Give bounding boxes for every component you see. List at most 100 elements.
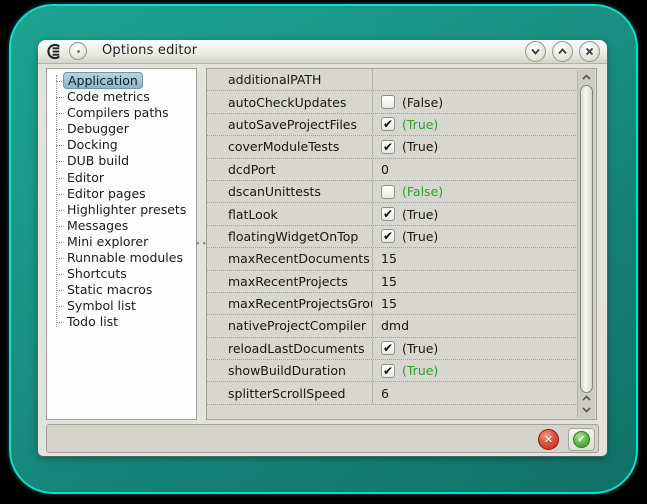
sidebar-item-todo-list[interactable]: Todo list [47, 314, 196, 330]
sidebar-item-static-macros[interactable]: Static macros [47, 282, 196, 298]
checkbox-checked[interactable]: ✔ [381, 341, 395, 355]
option-value-text: 15 [381, 296, 397, 311]
unshade-button[interactable] [552, 41, 573, 62]
option-name[interactable]: reloadLastDocuments [207, 338, 373, 359]
option-name[interactable]: maxRecentProjects [207, 271, 373, 292]
sidebar-item-label: Symbol list [67, 298, 136, 313]
option-row-covermoduletests[interactable]: coverModuleTests✔(True) [207, 136, 578, 158]
sidebar-item-mini-explorer[interactable]: Mini explorer [47, 234, 196, 250]
sidebar-item-code-metrics[interactable]: Code metrics [47, 89, 196, 105]
option-value-text: (False) [402, 184, 443, 199]
option-row-autocheckupdates[interactable]: autoCheckUpdates (False) [207, 91, 578, 113]
checkbox-checked[interactable]: ✔ [381, 117, 395, 131]
sidebar-item-shortcuts[interactable]: Shortcuts [47, 266, 196, 282]
checkbox-checked[interactable]: ✔ [381, 229, 395, 243]
option-value[interactable]: 15 [373, 293, 578, 314]
option-row-nativeprojectcompiler[interactable]: nativeProjectCompiler dmd [207, 315, 578, 337]
sidebar-item-label: Static macros [67, 282, 152, 297]
option-name[interactable]: dscanUnittests [207, 181, 373, 202]
option-value[interactable]: ✔(True) [373, 203, 578, 224]
option-name[interactable]: additionalPATH [207, 69, 373, 90]
option-name[interactable]: dcdPort [207, 159, 373, 180]
checkbox-unchecked[interactable] [381, 185, 395, 199]
option-value[interactable]: 15 [373, 248, 578, 269]
option-value-text: (False) [402, 95, 443, 110]
shade-button[interactable] [525, 41, 546, 62]
check-icon: ✔ [383, 118, 393, 130]
sidebar-item-label: Shortcuts [67, 266, 127, 281]
option-row-maxrecentprojects[interactable]: maxRecentProjects15 [207, 271, 578, 293]
option-row-maxrecentdocuments[interactable]: maxRecentDocuments15 [207, 248, 578, 270]
option-name[interactable]: maxRecentDocuments [207, 248, 373, 269]
sidebar-item-editor[interactable]: Editor [47, 170, 196, 186]
titlebar[interactable]: Options editor [38, 40, 607, 64]
scrollbar-bottom-buttons [578, 392, 595, 416]
option-value-text: dmd [381, 318, 409, 333]
splitter-handle[interactable]: ∙∙ [197, 68, 206, 420]
option-row-dscanunittests[interactable]: dscanUnittests (False) [207, 181, 578, 203]
close-button[interactable] [579, 41, 600, 62]
scroll-up-icon[interactable] [578, 70, 595, 83]
option-value[interactable] [373, 69, 578, 90]
sidebar-item-application[interactable]: Application [47, 73, 196, 89]
option-value[interactable]: (False) [373, 181, 578, 202]
option-value[interactable]: ✔ (True) [373, 226, 578, 247]
option-name[interactable]: autoSaveProjectFiles [207, 114, 373, 135]
accept-button[interactable]: ✔ [568, 428, 595, 451]
grid-scrollbar[interactable] [577, 70, 595, 418]
option-name[interactable]: showBuildDuration [207, 360, 373, 381]
option-value-text: 0 [381, 162, 389, 177]
option-row-maxrecentprojectsgrou[interactable]: maxRecentProjectsGrou 15 [207, 293, 578, 315]
option-name[interactable]: flatLook [207, 203, 373, 224]
sidebar-item-editor-pages[interactable]: Editor pages [47, 186, 196, 202]
sidebar-item-docking[interactable]: Docking [47, 137, 196, 153]
option-name[interactable]: splitterScrollSpeed [207, 382, 373, 403]
cancel-button[interactable]: ✕ [538, 429, 559, 450]
option-row-showbuildduration[interactable]: showBuildDuration✔(True) [207, 360, 578, 382]
option-name[interactable]: floatingWidgetOnTop [207, 226, 373, 247]
option-row-reloadlastdocuments[interactable]: reloadLastDocuments✔(True) [207, 338, 578, 360]
option-name[interactable]: nativeProjectCompiler [207, 315, 373, 336]
sidebar-item-debugger[interactable]: Debugger [47, 121, 196, 137]
option-row-splitterscrollspeed[interactable]: splitterScrollSpeed6 [207, 382, 578, 404]
window-title: Options editor [102, 43, 197, 58]
option-name[interactable]: maxRecentProjectsGrou [207, 293, 373, 314]
option-value[interactable]: ✔(True) [373, 136, 578, 157]
sticky-button[interactable] [69, 42, 87, 60]
sidebar-item-runnable-modules[interactable]: Runnable modules [47, 250, 196, 266]
checkbox-checked[interactable]: ✔ [381, 140, 395, 154]
sidebar-item-dub-build[interactable]: DUB build [47, 153, 196, 169]
checkbox-unchecked[interactable] [381, 95, 395, 109]
option-row-flatlook[interactable]: flatLook✔(True) [207, 203, 578, 225]
scroll-up-icon[interactable] [578, 392, 595, 404]
sidebar-item-compilers-paths[interactable]: Compilers paths [47, 105, 196, 121]
checkbox-checked[interactable]: ✔ [381, 207, 395, 221]
scroll-down-icon[interactable] [578, 404, 595, 416]
option-row-floatingwidgetontop[interactable]: floatingWidgetOnTop ✔ (True) [207, 226, 578, 248]
sidebar-item-messages[interactable]: Messages [47, 218, 196, 234]
option-value[interactable]: 0 [373, 159, 578, 180]
close-icon [584, 46, 595, 57]
options-rows: additionalPATHautoCheckUpdates(False)aut… [207, 69, 578, 405]
sidebar-item-symbol-list[interactable]: Symbol list [47, 298, 196, 314]
scrollbar-thumb[interactable] [580, 85, 593, 393]
sidebar-item-highlighter-presets[interactable]: Highlighter presets [47, 202, 196, 218]
option-value[interactable]: ✔(True) [373, 114, 578, 135]
option-value[interactable]: ✔(True) [373, 338, 578, 359]
option-value[interactable]: dmd [373, 315, 578, 336]
option-row-autosaveprojectfiles[interactable]: autoSaveProjectFiles✔(True) [207, 114, 578, 136]
sidebar-item-label: Compilers paths [67, 105, 169, 120]
option-value-text: (True) [402, 229, 438, 244]
option-name[interactable]: autoCheckUpdates [207, 91, 373, 112]
sidebar-item-label: Editor [67, 170, 104, 185]
checkbox-checked[interactable]: ✔ [381, 364, 395, 378]
option-value[interactable]: ✔(True) [373, 360, 578, 381]
sidebar-item-label: Editor pages [67, 186, 146, 201]
chevron-up-icon [557, 46, 568, 57]
option-row-dcdport[interactable]: dcdPort 0 [207, 159, 578, 181]
option-row-additionalpath[interactable]: additionalPATH [207, 69, 578, 91]
option-value[interactable]: (False) [373, 91, 578, 112]
option-value[interactable]: 15 [373, 271, 578, 292]
option-value[interactable]: 6 [373, 382, 578, 403]
option-name[interactable]: coverModuleTests [207, 136, 373, 157]
